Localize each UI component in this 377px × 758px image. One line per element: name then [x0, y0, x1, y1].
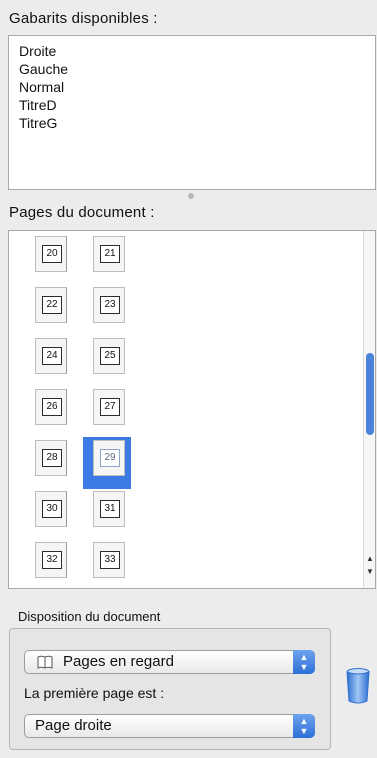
page-number: 25 [100, 347, 120, 365]
page-thumbnail[interactable]: 30 [35, 491, 67, 527]
page-number: 27 [100, 398, 120, 416]
page-thumbnail[interactable]: 29 [93, 440, 125, 476]
stepper-arrows-icon: ▲ ▼ [293, 650, 315, 674]
template-item-titred[interactable]: TitreD [19, 96, 375, 114]
layout-popup[interactable]: Pages en regard ▲ ▼ [24, 650, 315, 674]
splitter-handle[interactable] [188, 193, 194, 199]
page-thumbnail[interactable]: 27 [93, 389, 125, 425]
page-number: 33 [100, 551, 120, 569]
page-number: 30 [42, 500, 62, 518]
scroll-up-icon[interactable]: ▲ [364, 553, 375, 565]
page-number: 22 [42, 296, 62, 314]
page-thumbnail[interactable]: 33 [93, 542, 125, 578]
page-thumbnail[interactable]: 32 [35, 542, 67, 578]
page-thumbnail[interactable]: 21 [93, 236, 125, 272]
trash-icon[interactable] [346, 668, 370, 704]
page-thumbnail[interactable]: 28 [35, 440, 67, 476]
vertical-scrollbar[interactable]: ▲ ▼ [363, 231, 375, 588]
page-number: 20 [42, 245, 62, 263]
page-thumbnail[interactable]: 24 [35, 338, 67, 374]
page-thumbnail[interactable]: 25 [93, 338, 125, 374]
page-number: 32 [42, 551, 62, 569]
stepper-arrows-icon: ▲ ▼ [293, 714, 315, 738]
template-item-gauche[interactable]: Gauche [19, 60, 375, 78]
page-number: 21 [100, 245, 120, 263]
first-page-label: La première page est : [24, 685, 165, 701]
pages-label: Pages du document : [9, 204, 155, 221]
scroll-thumb[interactable] [366, 353, 374, 435]
first-page-popup[interactable]: Page droite ▲ ▼ [24, 714, 315, 738]
page-thumbnail[interactable]: 31 [93, 491, 125, 527]
template-item-droite[interactable]: Droite [19, 42, 375, 60]
page-thumbnail[interactable]: 22 [35, 287, 67, 323]
first-page-popup-value: Page droite [35, 717, 112, 734]
page-number: 23 [100, 296, 120, 314]
layout-group-label: Disposition du document [18, 609, 161, 624]
page-number: 29 [100, 449, 120, 467]
template-item-titreg[interactable]: TitreG [19, 114, 375, 132]
page-number: 28 [42, 449, 62, 467]
layout-popup-value: Pages en regard [63, 653, 174, 670]
template-item-normal[interactable]: Normal [19, 78, 375, 96]
templates-list[interactable]: Droite Gauche Normal TitreD TitreG [8, 35, 376, 190]
page-thumbnail[interactable]: 26 [35, 389, 67, 425]
page-thumbnail[interactable]: 23 [93, 287, 125, 323]
pages-panel[interactable]: 20 22 24 26 28 30 32 21 23 25 27 29 31 33 ▲ ▼ [8, 230, 376, 589]
page-number: 26 [42, 398, 62, 416]
scroll-down-icon[interactable]: ▼ [364, 566, 375, 578]
page-number: 31 [100, 500, 120, 518]
page-number: 24 [42, 347, 62, 365]
page-thumbnail[interactable]: 20 [35, 236, 67, 272]
templates-label: Gabarits disponibles : [9, 10, 158, 27]
book-icon [37, 655, 53, 669]
